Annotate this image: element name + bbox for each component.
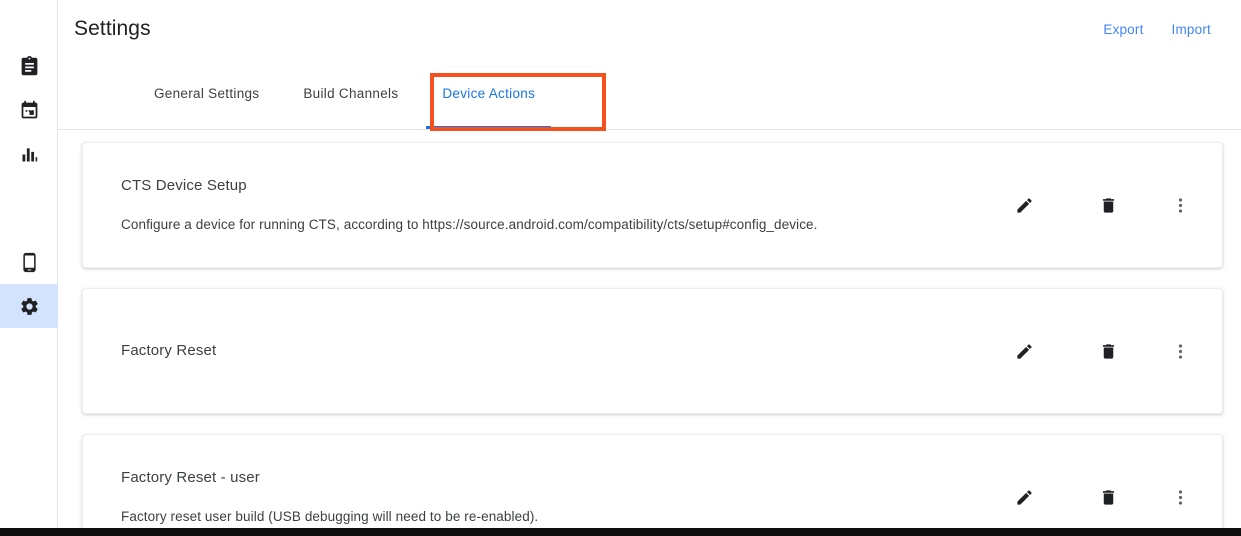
device-action-description: Configure a device for running CTS, acco… [121,217,818,232]
edit-icon [1015,342,1034,361]
device-action-description: Factory reset user build (USB debugging … [121,509,539,524]
left-nav-rail [0,0,58,536]
device-action-controls [1000,185,1204,225]
device-action-body: Factory Reset - user Factory reset user … [121,468,982,526]
device-action-body: CTS Device Setup Configure a device for … [121,176,982,234]
device-action-card[interactable]: Factory Reset [82,288,1223,414]
tab-build-channels[interactable]: Build Channels [281,58,420,129]
more-options-button[interactable] [1156,185,1204,225]
more-options-button[interactable] [1156,477,1204,517]
sidebar-item-schedules[interactable] [0,88,58,132]
settings-page: Settings Export Import General Settings … [0,0,1241,536]
edit-button[interactable] [1000,331,1048,371]
clipboard-icon [19,55,40,77]
tab-general-settings[interactable]: General Settings [132,58,281,129]
edit-button[interactable] [1000,477,1048,517]
calendar-icon [19,100,40,121]
device-action-title: Factory Reset - user [121,469,260,486]
bar-chart-icon [19,144,40,165]
gear-icon [19,296,40,317]
edit-icon [1015,488,1034,507]
device-actions-list: CTS Device Setup Configure a device for … [58,130,1241,536]
device-action-card[interactable]: Factory Reset - user Factory reset user … [82,434,1223,536]
sidebar-item-settings[interactable] [0,284,58,328]
device-action-controls [1000,477,1204,517]
tab-device-actions[interactable]: Device Actions [420,58,557,129]
delete-icon [1099,196,1118,215]
delete-icon [1099,342,1118,361]
export-button[interactable]: Export [1089,16,1157,43]
bottom-strip [0,528,1241,536]
sidebar-item-results[interactable] [0,132,58,176]
more-vert-icon [1171,488,1190,507]
edit-icon [1015,196,1034,215]
sidebar-item-test-runs[interactable] [0,44,58,88]
main-panel: Settings Export Import General Settings … [58,0,1241,536]
device-action-controls [1000,331,1204,371]
device-action-title: Factory Reset [121,342,217,359]
device-action-body: Factory Reset [121,341,982,361]
page-header: Settings Export Import [58,0,1241,58]
device-action-card[interactable]: CTS Device Setup Configure a device for … [82,142,1223,268]
delete-button[interactable] [1084,331,1132,371]
more-vert-icon [1171,196,1190,215]
delete-button[interactable] [1084,477,1132,517]
more-options-button[interactable] [1156,331,1204,371]
import-button[interactable]: Import [1158,16,1225,43]
page-title: Settings [74,17,151,40]
tab-bar: General Settings Build Channels Device A… [58,58,1241,130]
sidebar-item-devices[interactable] [0,240,58,284]
delete-button[interactable] [1084,185,1132,225]
delete-icon [1099,488,1118,507]
more-vert-icon [1171,342,1190,361]
edit-button[interactable] [1000,185,1048,225]
smartphone-icon [19,252,40,273]
device-action-title: CTS Device Setup [121,177,247,194]
